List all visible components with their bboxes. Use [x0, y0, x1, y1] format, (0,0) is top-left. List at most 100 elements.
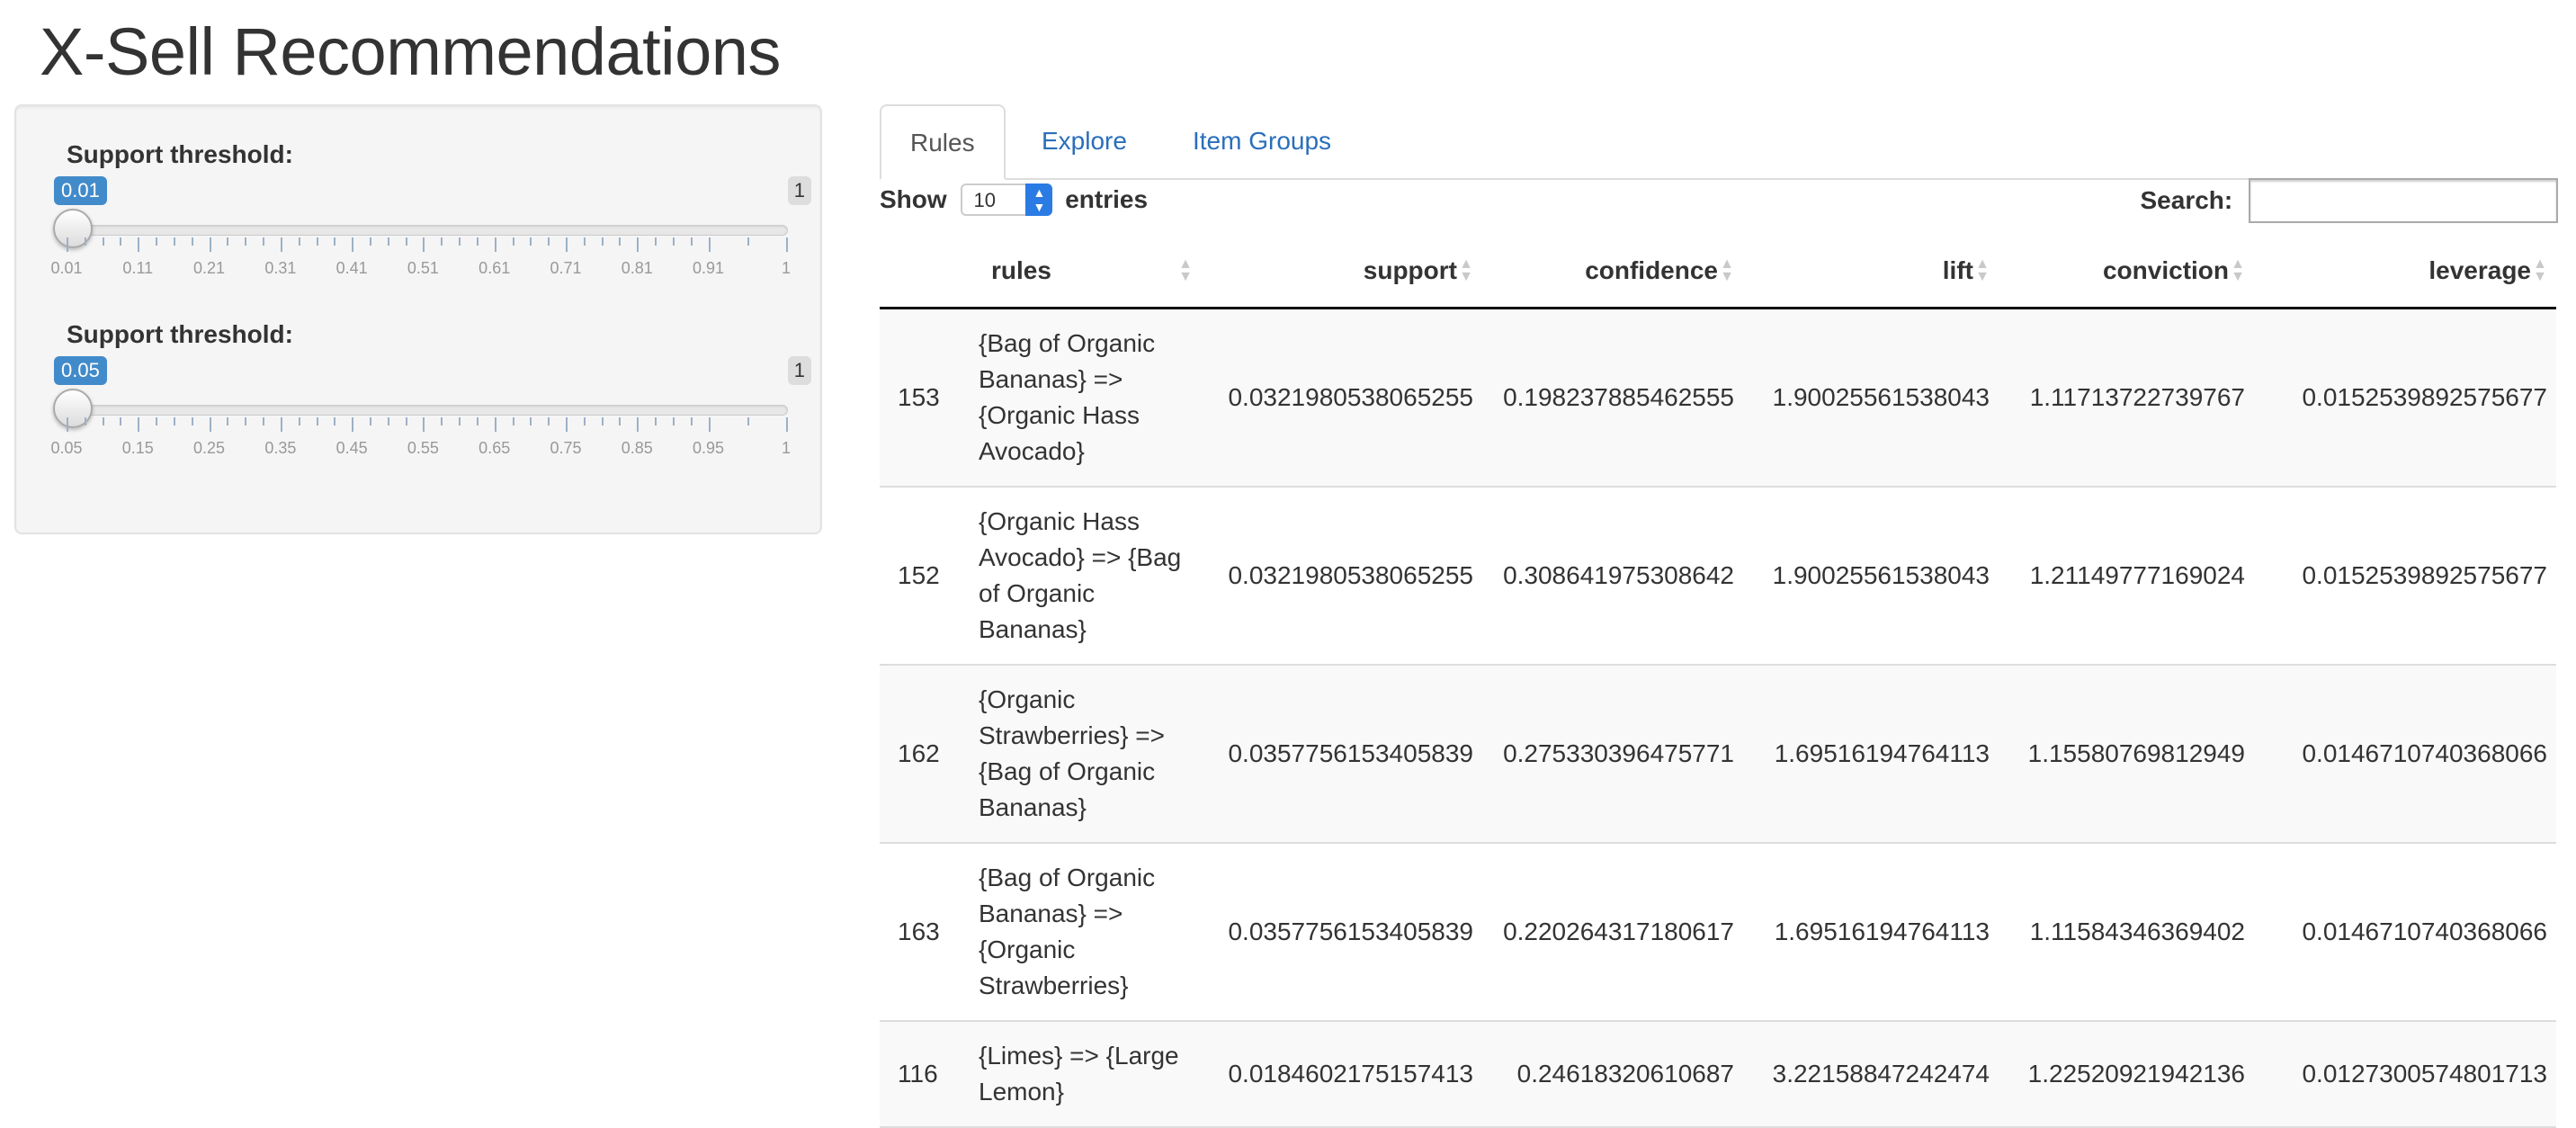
- table-row[interactable]: 162 {Organic Strawberries} => {Bag of Org…: [880, 663, 2556, 843]
- confidence-cell: 0.308641975308642: [1482, 485, 1743, 665]
- column-header-lift[interactable]: lift ▲ ▼: [1743, 236, 1999, 309]
- rule-cell: {Organic Hass Avocado} => {Bag of Organi…: [970, 485, 1202, 665]
- slider-minor-tick: [245, 417, 247, 425]
- tab-rules[interactable]: Rules: [880, 104, 1006, 180]
- slider-major-tick: [566, 417, 568, 432]
- slider-minor-tick: [672, 237, 675, 246]
- slider-major-tick: [352, 237, 354, 252]
- slider-minor-tick: [476, 417, 479, 425]
- entries-select[interactable]: 10 ▲ ▼: [961, 183, 1053, 216]
- tab-explore[interactable]: Explore: [1013, 104, 1156, 178]
- slider-minor-tick: [548, 237, 550, 246]
- slider-tick-label: 0.95: [693, 439, 725, 457]
- support-cell: 0.0357756153405839: [1202, 663, 1482, 843]
- slider-tick-label: 0.81: [621, 259, 653, 277]
- slider-tick-label: 0.51: [407, 259, 439, 277]
- slider-major-tick: [566, 237, 568, 252]
- row-index: 163: [880, 841, 970, 1021]
- slider-track[interactable]: [67, 405, 788, 416]
- slider-major-tick: [786, 417, 788, 432]
- support-threshold-slider-1[interactable]: Support threshold: 0.01 1 0.01 0.11 0.21 0.…: [50, 140, 811, 293]
- slider-major-tick: [708, 237, 711, 252]
- slider-minor-tick: [334, 417, 336, 425]
- slider-minor-tick: [369, 237, 371, 246]
- leverage-cell: 0.0146710740368066: [2254, 663, 2556, 843]
- slider-tick-label: 0.41: [335, 259, 368, 277]
- slider-minor-tick: [672, 417, 675, 425]
- support-threshold-slider-2[interactable]: Support threshold: 0.05 1 0.05 0.15 0.25 0.…: [50, 320, 811, 473]
- slider-minor-tick: [156, 417, 158, 425]
- sort-icon: ▲ ▼: [1178, 256, 1193, 285]
- slider-minor-tick: [191, 417, 193, 425]
- tab-item-groups[interactable]: Item Groups: [1164, 104, 1360, 178]
- slider-minor-tick: [316, 417, 318, 425]
- slider-minor-tick: [298, 417, 300, 425]
- slider-max-badge: 1: [787, 356, 811, 385]
- search-control: Search:: [2140, 178, 2558, 223]
- slider-tick-label: 0.05: [50, 439, 83, 457]
- lift-cell: 1.69516194764113: [1743, 663, 1999, 843]
- slider-major-tick: [423, 417, 425, 432]
- search-input[interactable]: [2249, 178, 2558, 223]
- lift-cell: 3.22158847242474: [1743, 1019, 1999, 1128]
- column-header-conviction[interactable]: conviction ▲ ▼: [1999, 236, 2254, 309]
- table-row[interactable]: 152 {Organic Hass Avocado} => {Bag of Org…: [880, 485, 2556, 665]
- conviction-cell: 1.22520921942136: [1999, 1019, 2254, 1128]
- column-header-label: support: [1363, 256, 1457, 285]
- slider-tick-label: 0.91: [693, 259, 725, 277]
- sidebar-panel: Support threshold: 0.01 1 0.01 0.11 0.21 0.…: [14, 104, 822, 534]
- slider-major-tick: [423, 237, 425, 252]
- column-header-support[interactable]: support ▲ ▼: [1202, 236, 1482, 309]
- slider-major-tick: [786, 237, 788, 252]
- slider-minor-tick: [84, 237, 86, 246]
- column-header-confidence[interactable]: confidence ▲ ▼: [1482, 236, 1743, 309]
- slider-minor-tick: [227, 237, 229, 246]
- slider-tick-label: 0.35: [264, 439, 297, 457]
- table-row[interactable]: 153 {Bag of Organic Bananas} => {Organic …: [880, 308, 2556, 487]
- search-label: Search:: [2140, 186, 2233, 214]
- confidence-cell: 0.220264317180617: [1482, 841, 1743, 1021]
- slider-major-tick: [67, 237, 68, 252]
- slider-minor-tick: [405, 417, 407, 425]
- column-header-leverage[interactable]: leverage ▲ ▼: [2254, 236, 2556, 309]
- slider-grid: 0.05 0.15 0.25 0.35 0.45 0.55 0.65 0.75 0.85 0.95…: [50, 417, 808, 471]
- leverage-cell: 0.0152539892575677: [2254, 308, 2556, 487]
- support-cell: 0.0357756153405839: [1202, 841, 1482, 1021]
- table-row[interactable]: 163 {Bag of Organic Bananas} => {Organic …: [880, 841, 2556, 1021]
- column-header-label: confidence: [1585, 256, 1718, 285]
- slider-value-badge: 0.01: [54, 176, 107, 205]
- slider-major-tick: [637, 417, 640, 432]
- slider-major-tick: [352, 417, 354, 432]
- slider-minor-tick: [120, 417, 122, 425]
- row-index: 116: [880, 1019, 970, 1128]
- slider-minor-tick: [263, 237, 265, 246]
- slider-minor-tick: [548, 417, 550, 425]
- confidence-cell: 0.275330396475771: [1482, 663, 1743, 843]
- support-cell: 0.0184602175157413: [1202, 1019, 1482, 1128]
- slider-value-badge: 0.05: [54, 356, 107, 385]
- slider-track[interactable]: [67, 225, 788, 236]
- slider-grid: 0.01 0.11 0.21 0.31 0.41 0.51 0.61 0.71 0.81 0.91…: [50, 237, 808, 291]
- slider-tick-label: 0.11: [122, 259, 154, 277]
- slider-minor-tick: [387, 417, 389, 425]
- row-index: 162: [880, 663, 970, 843]
- column-header-rules[interactable]: rules ▲ ▼: [970, 236, 1202, 309]
- slider-minor-tick: [690, 237, 693, 246]
- row-index: 153: [880, 308, 970, 487]
- column-header-label: leverage: [2428, 256, 2531, 285]
- slider-minor-tick: [512, 417, 514, 425]
- slider-minor-tick: [227, 417, 229, 425]
- slider-minor-tick: [156, 237, 158, 246]
- table-header-row: rules ▲ ▼ support ▲ ▼ confidence ▲ ▼ lift ▲ ▼ co…: [880, 236, 2556, 309]
- column-header-label: rules: [991, 256, 1051, 285]
- slider-minor-tick: [191, 237, 193, 246]
- support-cell: 0.0321980538065255: [1202, 308, 1482, 487]
- slider-major-tick: [494, 417, 496, 432]
- slider-major-tick: [138, 237, 140, 252]
- slider-tick-label: 0.01: [50, 259, 83, 277]
- slider-tick-label: 0.61: [479, 259, 511, 277]
- lift-cell: 1.90025561538043: [1743, 308, 1999, 487]
- table-row[interactable]: 116 {Limes} => {Large Lemon} 0.01846021751…: [880, 1019, 2556, 1128]
- entries-value: 10: [973, 188, 996, 211]
- slider-major-tick: [209, 237, 211, 252]
